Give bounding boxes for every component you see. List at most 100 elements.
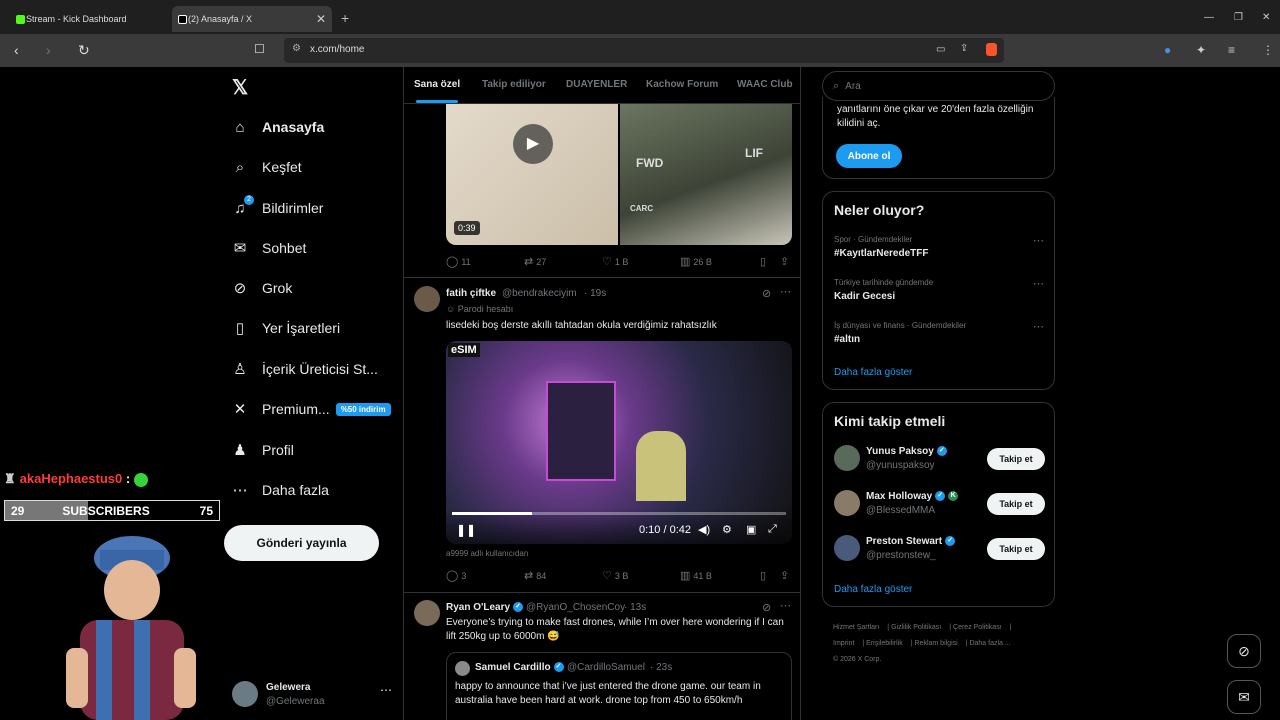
bookmark-page-icon[interactable]: ☐ [254,42,265,56]
avatar[interactable] [834,535,860,561]
views-button[interactable]: ▥ 41 B [680,569,712,582]
restore-icon[interactable]: ❐ [1234,12,1243,23]
avatar[interactable] [414,600,440,626]
volume-icon[interactable]: ◀) [698,523,710,536]
suggested-user-name[interactable]: Yunus Paksoy ✓ [866,446,947,457]
site-info-icon[interactable]: ⚙ [292,43,301,54]
footer-link[interactable]: Reklam bilgisi [915,640,958,647]
footer-link[interactable]: Daha fazla ... [969,640,1010,647]
grok-icon[interactable]: ⊘ [762,601,771,614]
grok-icon[interactable]: ⊘ [1227,634,1261,668]
follow-button[interactable]: Takip et [987,448,1045,470]
new-tab-icon[interactable]: + [341,10,349,26]
close-window-icon[interactable]: ✕ [1262,12,1270,23]
nav-home[interactable]: ⌂ Anasayfa [230,112,324,142]
nav-messages[interactable]: ✉ Sohbet [230,233,307,263]
tweet-time[interactable]: · 13s [624,602,646,613]
video-credit[interactable]: a9999 adlı kullanıcıdan [446,549,528,558]
tab-waac-club[interactable]: WAAC Club [737,79,793,90]
kebab-menu-icon[interactable]: ⋮ [1262,43,1274,57]
grok-icon[interactable]: ⊘ [762,287,771,300]
video-progress-bar[interactable] [452,512,786,515]
like-button[interactable]: ♡ 1 B [602,255,628,268]
back-icon[interactable]: ‹ [14,42,19,58]
repost-button[interactable]: ⇄ 84 [524,569,546,582]
brave-shield-icon[interactable] [986,43,997,56]
more-icon[interactable]: ⋯ [780,285,791,298]
show-more-link[interactable]: Daha fazla göster [834,584,912,595]
footer-link[interactable]: Imprint [833,640,854,647]
nav-notifications[interactable]: ♫ 2 Bildirimler [230,193,323,223]
nav-creator-studio[interactable]: ♙ İçerik Üreticisi St... [230,354,378,384]
menu-list-icon[interactable]: ≡ [1228,43,1235,57]
footer-link[interactable]: Hizmet Şartları [833,624,879,631]
extension-icon[interactable]: ● [1164,43,1171,57]
forward-icon[interactable]: › [46,42,51,58]
bookmark-button[interactable]: ▯ [760,255,769,268]
tweet-time[interactable]: · 19s [584,288,606,299]
extensions-puzzle-icon[interactable]: ✦ [1196,43,1206,57]
url-field[interactable]: ⚙ x.com/home ▭ ⇪ [284,38,1004,63]
more-icon[interactable]: ⋯ [1033,320,1044,333]
more-icon[interactable]: ⋯ [1033,234,1044,247]
video-thumbnail[interactable]: ▶ 0:39 [446,104,618,245]
footer-link[interactable]: Çerez Politikası [953,624,1002,631]
more-icon[interactable]: ⋯ [380,683,392,697]
views-button[interactable]: ▥ 26 B [680,255,712,268]
more-icon[interactable]: ⋯ [780,599,791,612]
tab-kick-dashboard[interactable]: Stream - Kick Dashboard [10,6,170,32]
tab-following[interactable]: Takip ediliyor [482,79,546,90]
suggested-user-name[interactable]: Preston Stewart ✓ [866,536,956,547]
trend-item[interactable]: Kadir Gecesi [834,291,895,302]
like-button[interactable]: ♡ 3 B [602,569,628,582]
footer-link[interactable]: Erişilebilirlik [866,640,903,647]
nav-profile[interactable]: ♟ Profil [230,435,294,465]
more-icon[interactable]: ⋯ [1033,277,1044,290]
reply-button[interactable]: ◯ 3 [446,569,466,582]
reply-button[interactable]: ◯ 11 [446,255,471,268]
trend-item[interactable]: #KayıtlarNeredeTFF [834,248,928,259]
follow-button[interactable]: Takip et [987,538,1045,560]
fullscreen-icon[interactable]: ⤢ [768,523,777,536]
pip-icon[interactable]: ▣ [746,523,756,536]
nav-bookmarks[interactable]: ▯ Yer İşaretleri [230,313,340,343]
share-button[interactable]: ⇪ [780,255,792,268]
cast-icon[interactable]: ▭ [936,44,945,55]
messages-icon[interactable]: ✉ [1227,680,1261,714]
avatar[interactable] [834,490,860,516]
trend-item[interactable]: #altın [834,334,860,345]
avatar[interactable] [834,445,860,471]
bookmark-button[interactable]: ▯ [760,569,769,582]
tweet-author-name[interactable]: Ryan O'Leary ✓ [446,602,524,613]
tab-kachow-forum[interactable]: Kachow Forum [646,79,718,90]
tweet-author-handle[interactable]: @RyanO_ChosenCoy [526,602,625,613]
nav-more[interactable]: ⋯ Daha fazla [230,475,329,505]
pause-icon[interactable]: ❚❚ [456,523,476,537]
nav-grok[interactable]: ⊘ Grok [230,273,293,303]
play-icon[interactable]: ▶ [513,124,553,164]
subscribe-button[interactable]: Abone ol [836,144,902,168]
repost-button[interactable]: ⇄ 27 [524,255,546,268]
show-more-link[interactable]: Daha fazla göster [834,367,912,378]
account-switcher[interactable]: Gelewera @Geleweraa ⋯ [232,679,392,713]
suggested-user-name[interactable]: Max Holloway ✓ K [866,491,959,502]
tab-x-home[interactable]: (2) Anasayfa / X ✕ [172,6,332,32]
avatar[interactable] [414,286,440,312]
close-tab-icon[interactable]: ✕ [316,12,326,26]
minimize-icon[interactable]: — [1204,12,1214,23]
nav-explore[interactable]: ⌕ Keşfet [230,152,302,182]
tweet-media-grid[interactable]: ▶ 0:39 FWD LIF CARC [446,104,792,245]
nav-premium[interactable]: ✕ Premium... %50 indirim [230,394,391,424]
post-button[interactable]: Gönderi yayınla [224,525,379,561]
tab-for-you[interactable]: Sana özel [414,79,460,90]
share-icon[interactable]: ⇪ [960,43,968,54]
x-logo-icon[interactable]: 𝕏 [232,75,248,100]
tweet-author-name[interactable]: fatih çiftke [446,288,496,299]
footer-link[interactable]: Gizlilik Politikası [891,624,941,631]
reload-icon[interactable]: ↻ [78,42,90,59]
settings-icon[interactable]: ⚙ [722,523,732,536]
tab-duayenler[interactable]: DUAYENLER [566,79,627,90]
share-button[interactable]: ⇪ [780,569,792,582]
image-thumbnail[interactable]: FWD LIF CARC [620,104,792,245]
follow-button[interactable]: Takip et [987,493,1045,515]
